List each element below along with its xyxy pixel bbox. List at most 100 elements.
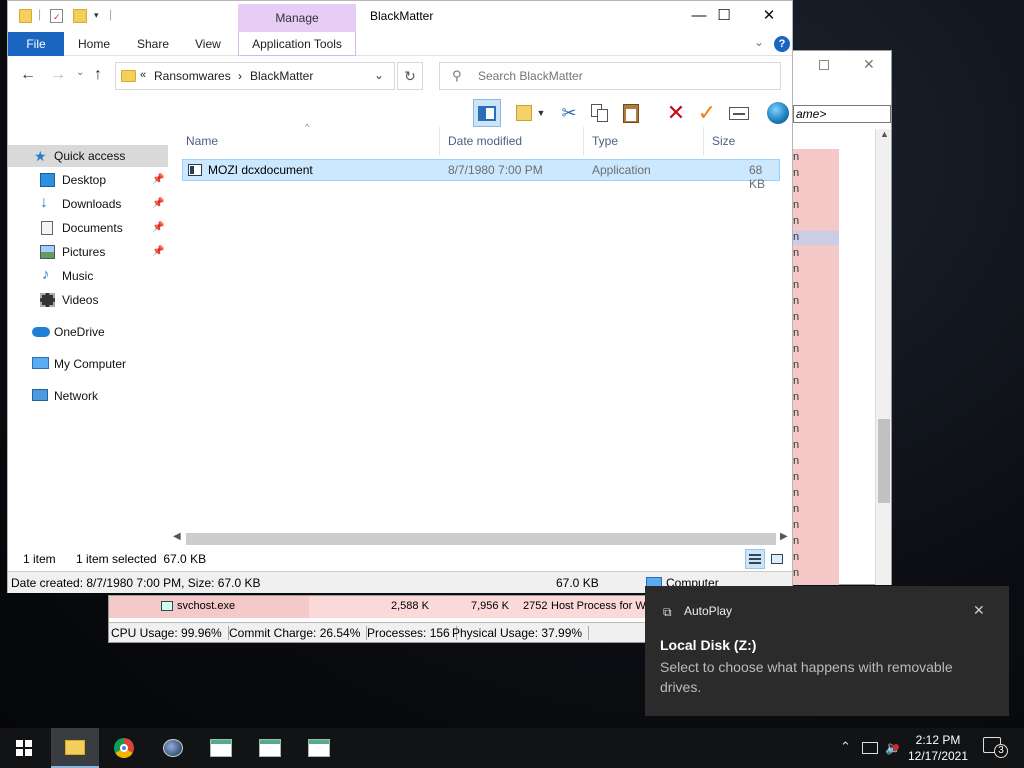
download-arrow-icon: ↓ bbox=[40, 194, 48, 211]
app-window-icon bbox=[259, 739, 281, 757]
customize-qat-icon[interactable]: ▾ bbox=[94, 10, 99, 21]
breadcrumb-ransomwares[interactable]: Ransomwares bbox=[154, 69, 231, 83]
tab-view[interactable]: View bbox=[189, 32, 227, 56]
new-folder-icon[interactable] bbox=[73, 9, 87, 23]
sidebar-item-pictures[interactable]: Pictures 📌 bbox=[8, 241, 168, 263]
bg-list-item: n bbox=[793, 407, 800, 419]
table-row[interactable]: MOZI dcxdocument 8/7/1980 7:00 PM Applic… bbox=[182, 159, 780, 191]
column-header-size[interactable]: Size bbox=[704, 127, 786, 155]
chevron-down-icon[interactable]: ⌄ bbox=[374, 68, 384, 82]
sort-ascending-icon: ^ bbox=[305, 122, 310, 132]
up-arrow-icon[interactable]: ↑ bbox=[94, 66, 102, 84]
clock-date: 12/17/2021 bbox=[907, 749, 969, 763]
autoplay-notification[interactable]: ⧉ AutoPlay ✕ Local Disk (Z:) Select to c… bbox=[645, 586, 1009, 716]
refresh-button[interactable]: ↻ bbox=[397, 62, 423, 90]
app-window-taskbar-button-3[interactable] bbox=[295, 728, 343, 768]
sidebar-item-quick-access[interactable]: ★ Quick access bbox=[8, 145, 168, 167]
rename-icon[interactable] bbox=[725, 99, 753, 127]
start-button[interactable] bbox=[0, 728, 48, 768]
pin-icon[interactable]: 📌 bbox=[152, 241, 164, 263]
pin-icon[interactable]: 📌 bbox=[152, 169, 164, 191]
breadcrumb-separator[interactable]: › bbox=[238, 69, 242, 83]
bg-list-item: n bbox=[793, 199, 800, 211]
bg-list-item: n bbox=[793, 471, 800, 483]
sidebar-item-desktop[interactable]: Desktop 📌 bbox=[8, 169, 168, 191]
sidebar-item-onedrive[interactable]: OneDrive bbox=[8, 321, 168, 343]
search-input[interactable] bbox=[478, 67, 768, 85]
details-view-button[interactable] bbox=[745, 549, 765, 569]
large-icons-view-button[interactable] bbox=[767, 549, 787, 569]
pin-icon[interactable]: 📌 bbox=[152, 193, 164, 215]
paste-icon[interactable] bbox=[617, 99, 645, 127]
maximize-icon[interactable] bbox=[819, 60, 829, 70]
breadcrumb-blackmatter[interactable]: BlackMatter bbox=[250, 69, 313, 83]
delete-icon[interactable]: ✕ bbox=[662, 99, 690, 127]
address-bar[interactable]: « Ransomwares › BlackMatter ⌄ bbox=[115, 62, 395, 90]
tab-application-tools[interactable]: Application Tools bbox=[238, 32, 356, 56]
copy-icon[interactable] bbox=[586, 99, 614, 127]
sidebar-item-documents[interactable]: Documents 📌 bbox=[8, 217, 168, 239]
close-icon[interactable]: ✕ bbox=[973, 602, 985, 619]
help-icon[interactable]: ? bbox=[774, 36, 790, 52]
sidebar-item-downloads[interactable]: ↓ Downloads 📌 bbox=[8, 193, 168, 215]
maximize-button[interactable]: ☐ bbox=[701, 5, 747, 27]
tab-home[interactable]: Home bbox=[72, 32, 116, 56]
sidebar-item-videos[interactable]: Videos bbox=[8, 289, 168, 311]
sidebar-item-network[interactable]: Network bbox=[8, 385, 168, 407]
bg-vertical-scrollbar[interactable]: ▲ bbox=[875, 129, 891, 585]
scroll-up-icon[interactable]: ▲ bbox=[880, 129, 889, 139]
forward-arrow-icon[interactable]: → bbox=[50, 66, 66, 84]
file-name: MOZI dcxdocument bbox=[208, 163, 313, 177]
column-header-date[interactable]: Date modified bbox=[440, 127, 584, 155]
window-title: BlackMatter bbox=[370, 9, 434, 23]
system-clock[interactable]: 2:12 PM 12/17/2021 bbox=[902, 732, 974, 764]
bg-column-header[interactable]: ame> bbox=[793, 105, 891, 123]
file-explorer-taskbar-button[interactable] bbox=[51, 728, 99, 768]
breadcrumb-overflow[interactable]: « bbox=[140, 69, 146, 81]
music-note-icon: ♪ bbox=[42, 266, 50, 283]
ribbon-tabs: File Home Share View Application Tools ⌄… bbox=[8, 32, 792, 56]
column-header-type[interactable]: Type bbox=[584, 127, 704, 155]
manage-context-tab[interactable]: Manage bbox=[238, 4, 356, 32]
network-icon[interactable] bbox=[862, 742, 878, 754]
globe-icon[interactable] bbox=[764, 99, 792, 127]
expand-ribbon-icon[interactable]: ⌄ bbox=[754, 35, 764, 49]
pin-icon[interactable]: 📌 bbox=[152, 217, 164, 239]
speaker-muted-icon[interactable]: 🔈 bbox=[885, 740, 901, 756]
bg-list-item: n bbox=[793, 279, 800, 291]
process-explorer-taskbar-button[interactable] bbox=[149, 728, 197, 768]
table-row[interactable]: svchost.exe 2,588 K 7,956 K 2752 Host Pr… bbox=[109, 596, 654, 618]
app-window-taskbar-button-2[interactable] bbox=[246, 728, 294, 768]
chrome-taskbar-button[interactable] bbox=[100, 728, 148, 768]
recent-locations-icon[interactable]: ⌄ bbox=[76, 67, 84, 78]
close-icon[interactable]: ✕ bbox=[863, 56, 875, 73]
sidebar-item-my-computer[interactable]: My Computer bbox=[8, 353, 168, 375]
tab-file[interactable]: File bbox=[8, 32, 64, 56]
properties-icon[interactable]: ✓ bbox=[50, 9, 63, 23]
back-arrow-icon[interactable]: ← bbox=[20, 66, 36, 84]
background-process-window: ✕ ame> nnnnnnnnnnnnnnnnnnnnnnnnnnn ▲ bbox=[780, 50, 892, 585]
search-box[interactable]: ⚲ bbox=[439, 62, 781, 90]
scroll-right-icon[interactable]: ▶ bbox=[780, 531, 788, 542]
scroll-left-icon[interactable]: ◀ bbox=[173, 531, 181, 542]
action-center-icon[interactable]: 3 bbox=[983, 737, 1008, 758]
file-list: Name ^ Date modified Type Size MOZI dcxd… bbox=[178, 122, 790, 531]
process-working-set: 7,956 K bbox=[471, 600, 509, 612]
checkmark-icon[interactable]: ✓ bbox=[693, 99, 721, 127]
scrollbar-thumb[interactable] bbox=[186, 533, 776, 545]
network-icon bbox=[32, 389, 48, 401]
app-window-taskbar-button-1[interactable] bbox=[197, 728, 245, 768]
horizontal-scrollbar[interactable]: ◀ ▶ bbox=[170, 531, 792, 547]
tab-share[interactable]: Share bbox=[131, 32, 175, 56]
preview-pane-icon[interactable] bbox=[473, 99, 501, 127]
navigation-pane: ★ Quick access Desktop 📌 ↓ Downloads 📌 D… bbox=[8, 127, 172, 527]
dropdown-arrow-icon[interactable]: ▼ bbox=[534, 99, 548, 127]
folder-icon bbox=[121, 70, 136, 82]
title-bar[interactable]: | ✓ ▾ | Manage BlackMatter — ☐ ✕ bbox=[8, 1, 792, 32]
sidebar-item-music[interactable]: ♪ Music bbox=[8, 265, 168, 287]
scrollbar-thumb[interactable] bbox=[878, 419, 890, 503]
close-button[interactable]: ✕ bbox=[746, 5, 792, 27]
chevron-up-icon[interactable]: ⌃ bbox=[840, 739, 851, 755]
notification-body: Select to choose what happens with remov… bbox=[660, 659, 953, 695]
cut-icon[interactable]: ✂ bbox=[555, 99, 583, 127]
